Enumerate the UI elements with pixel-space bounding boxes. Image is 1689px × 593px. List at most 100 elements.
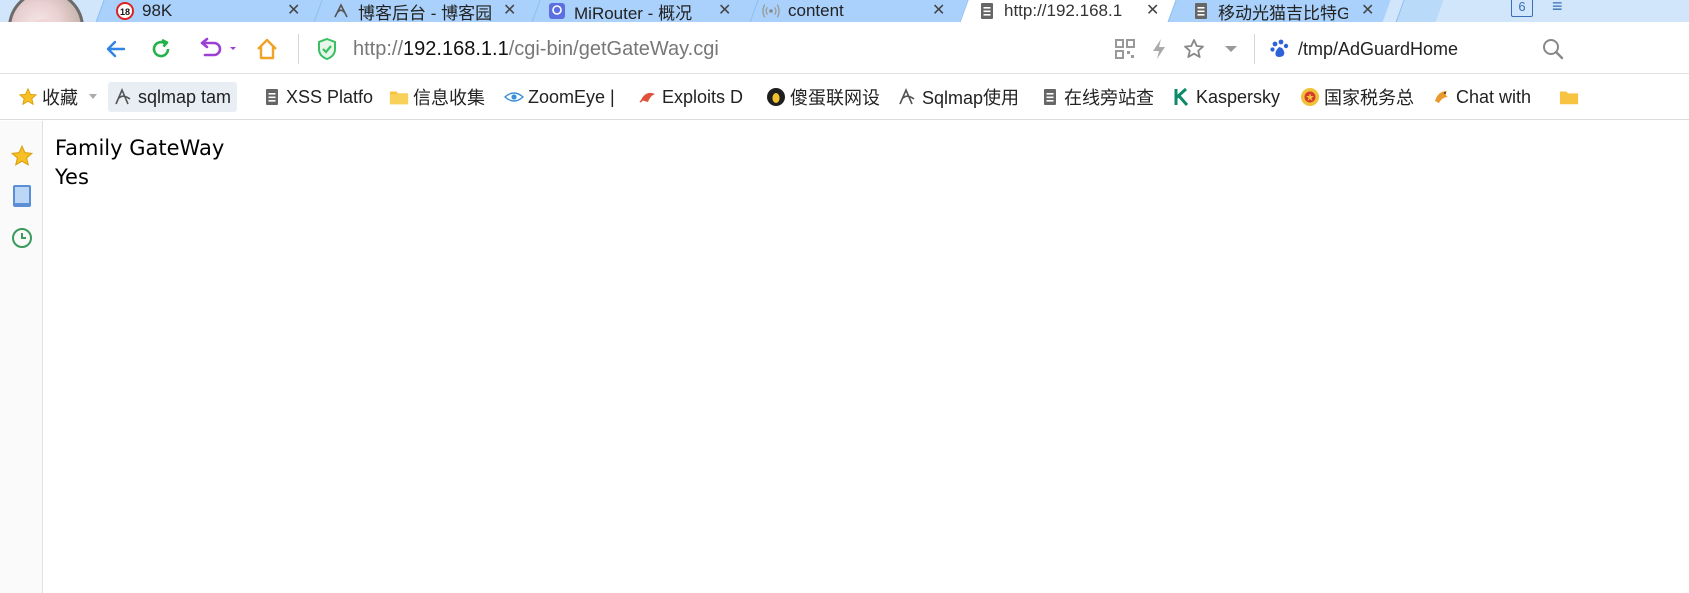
kaspersky-k-icon <box>1172 87 1192 107</box>
home-icon <box>257 38 277 60</box>
tab-label: 98K <box>142 1 173 20</box>
search-box[interactable]: /tmp/AdGuardHome <box>1268 34 1558 64</box>
favorites-star-icon[interactable] <box>9 143 35 169</box>
bookmark-sqlmap-usage[interactable]: Sqlmap使用 <box>892 82 1025 112</box>
exploit-bug-icon <box>638 87 658 107</box>
divider <box>298 34 299 64</box>
broadcast-icon <box>762 2 780 20</box>
bookmark-shodan-cn[interactable]: 傻蛋联网设 <box>760 82 886 112</box>
bookmark-label: 国家税务总 <box>1324 88 1414 108</box>
star-icon <box>18 87 38 107</box>
bookmarks-bar: 收藏 sqlmap tam XSS Platfo 信息收集 ZoomEye | … <box>0 74 1689 120</box>
bookmark-label: sqlmap tam <box>138 86 232 107</box>
tablet-icon[interactable] <box>9 183 35 209</box>
tab-strip: 18 98K ✕ 博客后台 - 博客园 ✕ MiRouter - 概况 ✕ co… <box>0 0 1689 22</box>
page-icon <box>978 2 996 20</box>
bookmark-chat-with[interactable]: Chat with <box>1426 82 1537 112</box>
page-icon <box>1192 2 1210 20</box>
url-host: 192.168.1.1 <box>403 38 509 60</box>
tab-label: http://192.168.1 <box>1004 1 1123 20</box>
tab-label: MiRouter - 概况 <box>574 3 693 23</box>
chevron-down-icon[interactable] <box>1216 34 1246 64</box>
bookmark-kaspersky[interactable]: Kaspersky <box>1166 82 1286 112</box>
url-path: /cgi-bin/getGateWay.cgi <box>508 38 719 60</box>
url-scheme: http:// <box>353 38 404 60</box>
tab-mirouter-content: MiRouter - 概况 <box>548 0 713 22</box>
reload-button[interactable] <box>146 34 176 64</box>
search-input[interactable]: /tmp/AdGuardHome <box>1298 39 1458 60</box>
tab-label: 移动光猫吉比特GS <box>1218 3 1348 23</box>
home-button[interactable] <box>252 34 282 64</box>
bookmark-folder-overflow[interactable] <box>1553 82 1589 112</box>
tab-guangmao-content: 移动光猫吉比特GS <box>1192 0 1352 22</box>
back-button[interactable] <box>101 34 131 64</box>
bookmark-label: 傻蛋联网设 <box>790 88 880 108</box>
bookmark-label: 收藏 <box>42 88 78 108</box>
tab-98k-content: 18 98K <box>116 0 306 22</box>
bookmark-label: XSS Platfo <box>286 86 374 107</box>
bookmark-exploits-db[interactable]: Exploits D <box>632 82 749 112</box>
sqlmap-logo-icon <box>114 87 134 107</box>
bookmark-info-gathering-folder[interactable]: 信息收集 <box>383 82 491 112</box>
folder-icon <box>1559 87 1579 107</box>
lightning-icon[interactable] <box>1144 34 1174 64</box>
tab-label: content <box>788 1 844 20</box>
tab-label: 博客后台 - 博客园 <box>358 3 493 23</box>
chat-bird-icon <box>1432 87 1452 107</box>
page-icon <box>1040 87 1060 107</box>
folder-icon <box>389 87 409 107</box>
search-icon[interactable] <box>1538 34 1568 64</box>
bookmark-sqlmap-tam[interactable]: sqlmap tam <box>108 82 238 112</box>
tab-close-icon[interactable]: ✕ <box>287 0 300 22</box>
bookmark-zoomeye[interactable]: ZoomEye | <box>498 82 621 112</box>
sidebar <box>0 121 43 593</box>
sqlmap-logo-icon <box>898 87 918 107</box>
zoomeye-eye-icon <box>504 87 524 107</box>
tab-close-icon[interactable]: ✕ <box>503 0 516 22</box>
bookmark-site-lookup[interactable]: 在线旁站查 <box>1034 82 1160 112</box>
pen-logo-icon <box>332 2 350 20</box>
arrow-left-icon <box>106 40 126 58</box>
bookmark-star-icon[interactable] <box>1179 34 1209 64</box>
tab-count-badge[interactable]: 6 <box>1511 0 1533 17</box>
bookmark-favorites[interactable]: 收藏 <box>12 82 104 112</box>
menu-icon[interactable]: ≡ <box>1552 0 1563 17</box>
tab-gateway-content: http://192.168.1 <box>978 0 1138 22</box>
navigation-bar: http://192.168.1.1/cgi-bin/getGateWay.cg… <box>0 22 1689 74</box>
age-18-icon: 18 <box>116 2 134 20</box>
tab-close-icon[interactable]: ✕ <box>718 0 731 22</box>
page-icon <box>262 87 282 107</box>
tab-close-icon[interactable]: ✕ <box>932 0 945 22</box>
undo-close-button[interactable] <box>194 34 240 64</box>
tab-close-icon[interactable]: ✕ <box>1146 0 1159 22</box>
page-content: Family GateWay Yes <box>55 134 224 192</box>
tab-content-content: content <box>762 0 932 22</box>
chevron-down-icon[interactable] <box>88 93 98 101</box>
bookmark-tax-bureau[interactable]: 国家税务总 <box>1294 82 1420 112</box>
mirouter-icon <box>548 2 566 20</box>
bookmark-label: Kaspersky <box>1196 86 1281 107</box>
gateway-title: Family GateWay <box>55 136 225 160</box>
security-shield-icon[interactable] <box>312 34 342 64</box>
shodan-icon <box>766 87 786 107</box>
bookmark-label: 在线旁站查 <box>1064 88 1154 108</box>
tab-cnblogs-content: 博客后台 - 博客园 <box>332 0 502 22</box>
address-input[interactable]: http://192.168.1.1/cgi-bin/getGateWay.cg… <box>353 38 719 61</box>
new-tab-button[interactable] <box>1394 0 1446 22</box>
undo-icon <box>200 37 236 57</box>
bookmark-label: Chat with <box>1456 86 1532 107</box>
bookmark-xss-platform[interactable]: XSS Platfo <box>256 82 379 112</box>
emblem-icon <box>1300 87 1320 107</box>
bookmark-label: Sqlmap使用 <box>922 88 1020 108</box>
bookmark-label: 信息收集 <box>413 88 485 108</box>
bookmark-label: ZoomEye | <box>528 86 615 107</box>
qr-code-icon[interactable] <box>1110 34 1140 64</box>
gateway-status: Yes <box>55 165 89 189</box>
tab-close-icon[interactable]: ✕ <box>1361 0 1374 22</box>
divider <box>1254 34 1255 64</box>
bookmark-label: Exploits D <box>662 86 744 107</box>
reload-icon <box>152 38 170 58</box>
baidu-paw-icon[interactable] <box>1268 37 1292 61</box>
history-clock-icon[interactable] <box>9 225 35 251</box>
svg-text:18: 18 <box>120 7 130 17</box>
